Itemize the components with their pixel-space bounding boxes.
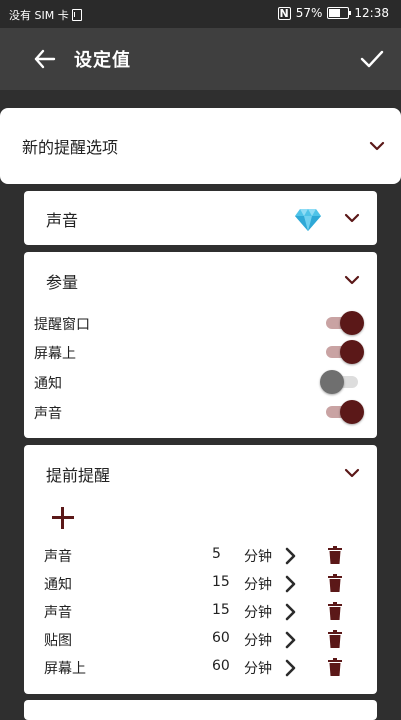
chevron-down-icon[interactable] bbox=[344, 213, 360, 223]
trash-icon[interactable] bbox=[328, 658, 342, 676]
chevron-right-icon[interactable] bbox=[284, 547, 296, 565]
chevron-right-icon[interactable] bbox=[284, 575, 296, 593]
reminder-value[interactable]: 5 bbox=[212, 546, 221, 562]
reminder-type: 声音 bbox=[44, 549, 72, 565]
list-item: 通知 15 分钟 bbox=[24, 572, 377, 596]
arrow-left-icon bbox=[34, 49, 56, 69]
param-label-reminder-window: 提醒窗口 bbox=[34, 317, 90, 333]
toggle-knob bbox=[320, 370, 344, 394]
app-bar: 设定值 bbox=[0, 28, 401, 90]
trash-icon[interactable] bbox=[328, 630, 342, 648]
trash-icon[interactable] bbox=[328, 574, 342, 592]
check-icon bbox=[360, 50, 384, 68]
next-card bbox=[24, 700, 377, 720]
reminder-unit: 分钟 bbox=[244, 633, 272, 649]
plus-icon[interactable] bbox=[52, 507, 74, 529]
reminder-unit: 分钟 bbox=[244, 605, 272, 621]
status-bar: 没有 SIM 卡 N 57% 12:38 bbox=[0, 0, 401, 28]
carrier-text: 没有 SIM 卡 bbox=[9, 9, 69, 22]
sim-card-icon bbox=[71, 9, 82, 21]
reminder-unit: 分钟 bbox=[244, 549, 272, 565]
reminder-type: 通知 bbox=[44, 577, 72, 593]
chevron-right-icon[interactable] bbox=[284, 603, 296, 621]
clock: 12:38 bbox=[354, 6, 389, 20]
trash-icon[interactable] bbox=[328, 602, 342, 620]
chevron-down-icon[interactable] bbox=[344, 275, 360, 285]
toggle-on-screen[interactable] bbox=[326, 340, 364, 364]
nfc-icon: N bbox=[277, 6, 291, 20]
battery-fill bbox=[329, 9, 340, 17]
param-label-notification: 通知 bbox=[34, 376, 62, 392]
chevron-down-icon[interactable] bbox=[369, 141, 385, 151]
toggle-sound[interactable] bbox=[326, 400, 364, 424]
reminder-options-title: 新的提醒选项 bbox=[22, 138, 119, 157]
back-button[interactable] bbox=[30, 45, 60, 73]
list-item: 贴图 60 分钟 bbox=[24, 628, 377, 652]
chevron-down-icon[interactable] bbox=[344, 468, 360, 478]
page-title: 设定值 bbox=[74, 50, 131, 71]
list-item: 屏幕上 60 分钟 bbox=[24, 656, 377, 680]
advance-reminder-title: 提前提醒 bbox=[46, 466, 111, 485]
reminder-value[interactable]: 15 bbox=[212, 574, 230, 590]
parameters-title: 参量 bbox=[46, 273, 79, 292]
battery-icon bbox=[327, 7, 352, 19]
toggle-reminder-window[interactable] bbox=[326, 311, 364, 335]
chevron-right-icon[interactable] bbox=[284, 631, 296, 649]
toggle-knob bbox=[340, 400, 364, 424]
reminder-unit: 分钟 bbox=[244, 661, 272, 677]
chevron-right-icon[interactable] bbox=[284, 659, 296, 677]
param-label-on-screen: 屏幕上 bbox=[34, 346, 76, 362]
trash-icon[interactable] bbox=[328, 546, 342, 564]
toggle-knob bbox=[340, 340, 364, 364]
reminder-type: 声音 bbox=[44, 605, 72, 621]
reminder-value[interactable]: 60 bbox=[212, 630, 230, 646]
list-item: 声音 5 分钟 bbox=[24, 544, 377, 568]
reminder-value[interactable]: 15 bbox=[212, 602, 230, 618]
reminder-unit: 分钟 bbox=[244, 577, 272, 593]
param-label-sound: 声音 bbox=[34, 406, 62, 422]
status-left: 没有 SIM 卡 bbox=[9, 7, 82, 23]
sound-card[interactable]: 声音 bbox=[24, 191, 377, 245]
confirm-button[interactable] bbox=[357, 44, 387, 74]
list-item: 声音 15 分钟 bbox=[24, 600, 377, 624]
toggle-knob bbox=[340, 311, 364, 335]
status-right: N 57% 12:38 bbox=[277, 6, 389, 20]
reminder-options-card[interactable]: 新的提醒选项 bbox=[0, 108, 401, 184]
battery-percent: 57% bbox=[295, 6, 323, 20]
advance-reminder-card: 提前提醒 声音 5 分钟 通知 15 分钟 声音 15 分钟 贴图 60 分钟 … bbox=[24, 445, 377, 694]
parameters-card: 参量 提醒窗口 屏幕上 通知 声音 bbox=[24, 252, 377, 438]
toggle-notification[interactable] bbox=[320, 370, 358, 394]
reminder-type: 屏幕上 bbox=[44, 661, 86, 677]
reminder-value[interactable]: 60 bbox=[212, 658, 230, 674]
sound-card-title: 声音 bbox=[46, 211, 79, 230]
diamond-icon[interactable] bbox=[294, 207, 322, 233]
reminder-type: 贴图 bbox=[44, 633, 72, 649]
